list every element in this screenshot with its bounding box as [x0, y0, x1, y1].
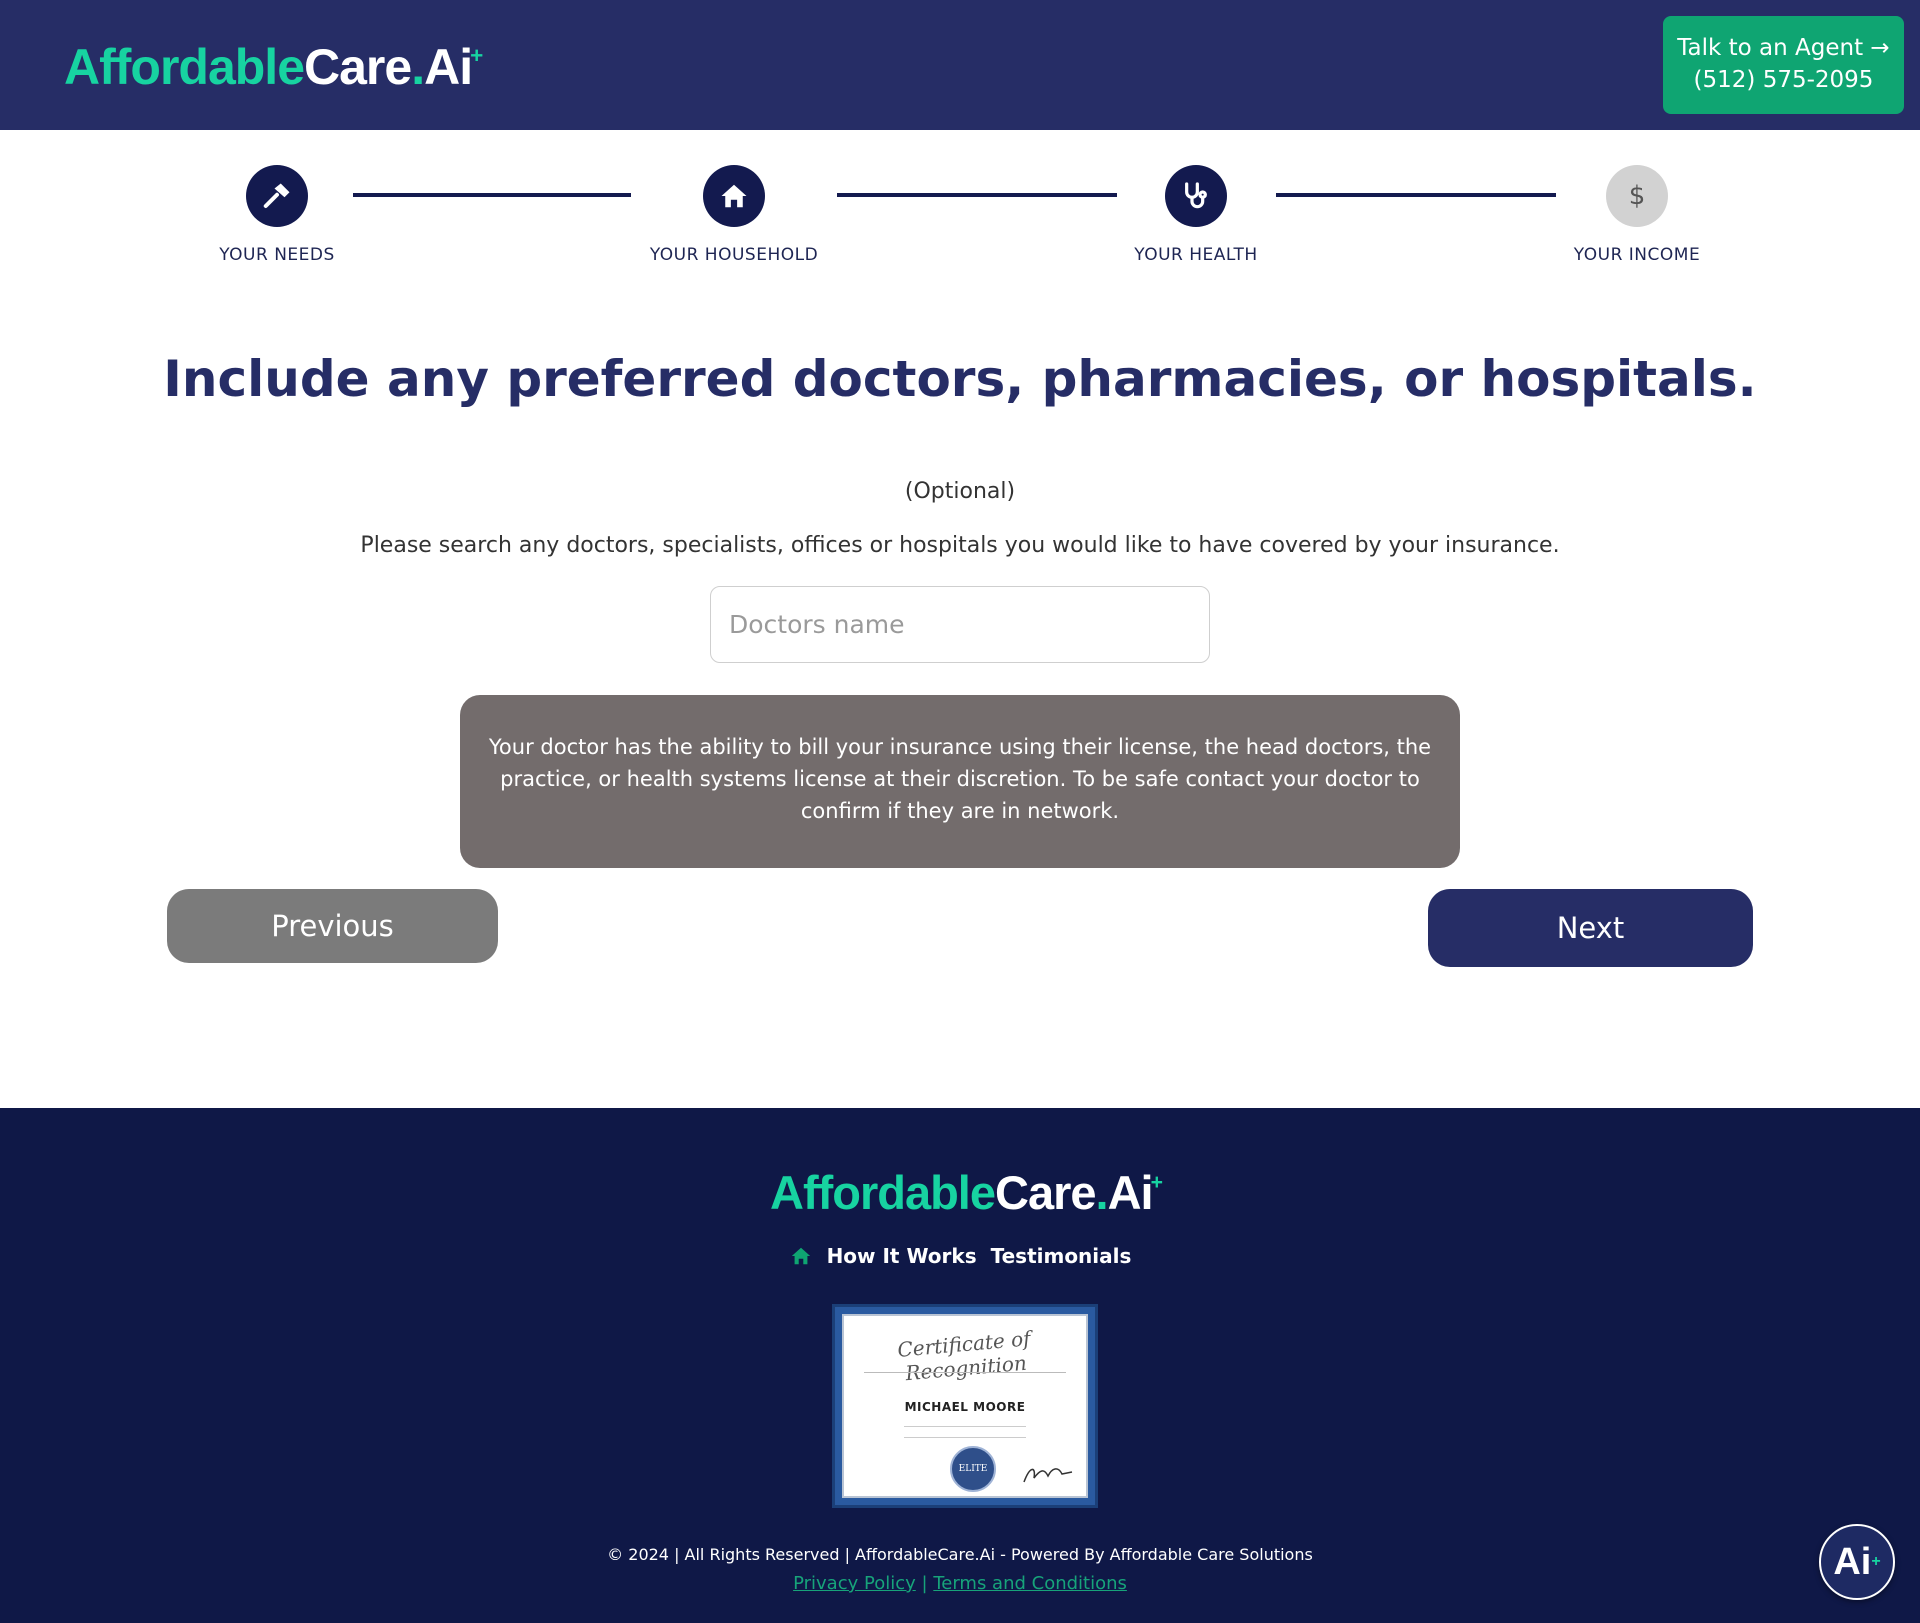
ai-chat-button[interactable]: Ai + [1819, 1524, 1895, 1600]
home-icon[interactable] [789, 1245, 813, 1267]
legal-separator: | [921, 1573, 928, 1594]
step-your-household[interactable]: YOUR HOUSEHOLD [624, 165, 844, 265]
ai-chat-label: Ai [1833, 1540, 1872, 1583]
copyright-text: © 2024 | All Rights Reserved | Affordabl… [607, 1545, 1313, 1564]
agent-button-label: Talk to an Agent → [1677, 35, 1890, 61]
agent-phone-number: (512) 575-2095 [1693, 67, 1874, 93]
signature-icon [1023, 1468, 1073, 1483]
page-title: Include any preferred doctors, pharmacie… [163, 350, 1757, 408]
instructions-text: Please search any doctors, specialists, … [360, 533, 1560, 558]
footer-nav: How It Works Testimonials [0, 1244, 1920, 1268]
hammer-icon [246, 165, 308, 227]
footer-link-testimonials[interactable]: Testimonials [991, 1244, 1132, 1268]
site-header: AffordableCare.Ai+ Talk to an Agent → (5… [0, 0, 1920, 130]
step-connector [1276, 193, 1556, 197]
doctor-search-input[interactable] [710, 586, 1210, 663]
legal-links: Privacy Policy | Terms and Conditions [0, 1573, 1920, 1594]
next-button[interactable]: Next [1428, 889, 1753, 967]
stethoscope-icon [1165, 165, 1227, 227]
step-label: YOUR INCOME [1573, 245, 1701, 265]
certificate-divider [864, 1372, 1066, 1375]
terms-conditions-link[interactable]: Terms and Conditions [933, 1573, 1127, 1594]
certificate-body: Certificate of Recognition MICHAEL MOORE… [842, 1314, 1088, 1498]
footer-link-how-it-works[interactable]: How It Works [827, 1244, 977, 1268]
certificate-text-lines [904, 1426, 1026, 1438]
step-your-income[interactable]: $ YOUR INCOME [1527, 165, 1747, 265]
footer-logo[interactable]: AffordableCare.Ai+ [770, 1165, 1163, 1220]
step-your-health[interactable]: YOUR HEALTH [1086, 165, 1306, 265]
step-label: YOUR NEEDS [219, 245, 335, 265]
network-notice: Your doctor has the ability to bill your… [460, 695, 1460, 868]
step-your-needs[interactable]: YOUR NEEDS [167, 165, 387, 265]
brand-logo[interactable]: AffordableCare.Ai+ [64, 38, 483, 96]
elite-seal-icon: ELITE [950, 1446, 996, 1492]
site-footer: AffordableCare.Ai+ How It Works Testimon… [0, 1108, 1920, 1623]
talk-to-agent-button[interactable]: Talk to an Agent → (512) 575-2095 [1663, 16, 1904, 114]
certificate-recipient: MICHAEL MOORE [904, 1400, 1026, 1414]
privacy-policy-link[interactable]: Privacy Policy [793, 1573, 916, 1594]
certificate-image: Certificate of Recognition MICHAEL MOORE… [832, 1304, 1098, 1508]
step-label: YOUR HOUSEHOLD [649, 245, 819, 265]
step-connector [353, 193, 631, 197]
step-label: YOUR HEALTH [1134, 245, 1258, 265]
certificate-title: Certificate of Recognition [896, 1326, 1032, 1386]
dollar-icon: $ [1606, 165, 1668, 227]
step-connector [837, 193, 1117, 197]
previous-button[interactable]: Previous [167, 889, 498, 963]
home-icon [703, 165, 765, 227]
optional-label: (Optional) [904, 479, 1016, 504]
